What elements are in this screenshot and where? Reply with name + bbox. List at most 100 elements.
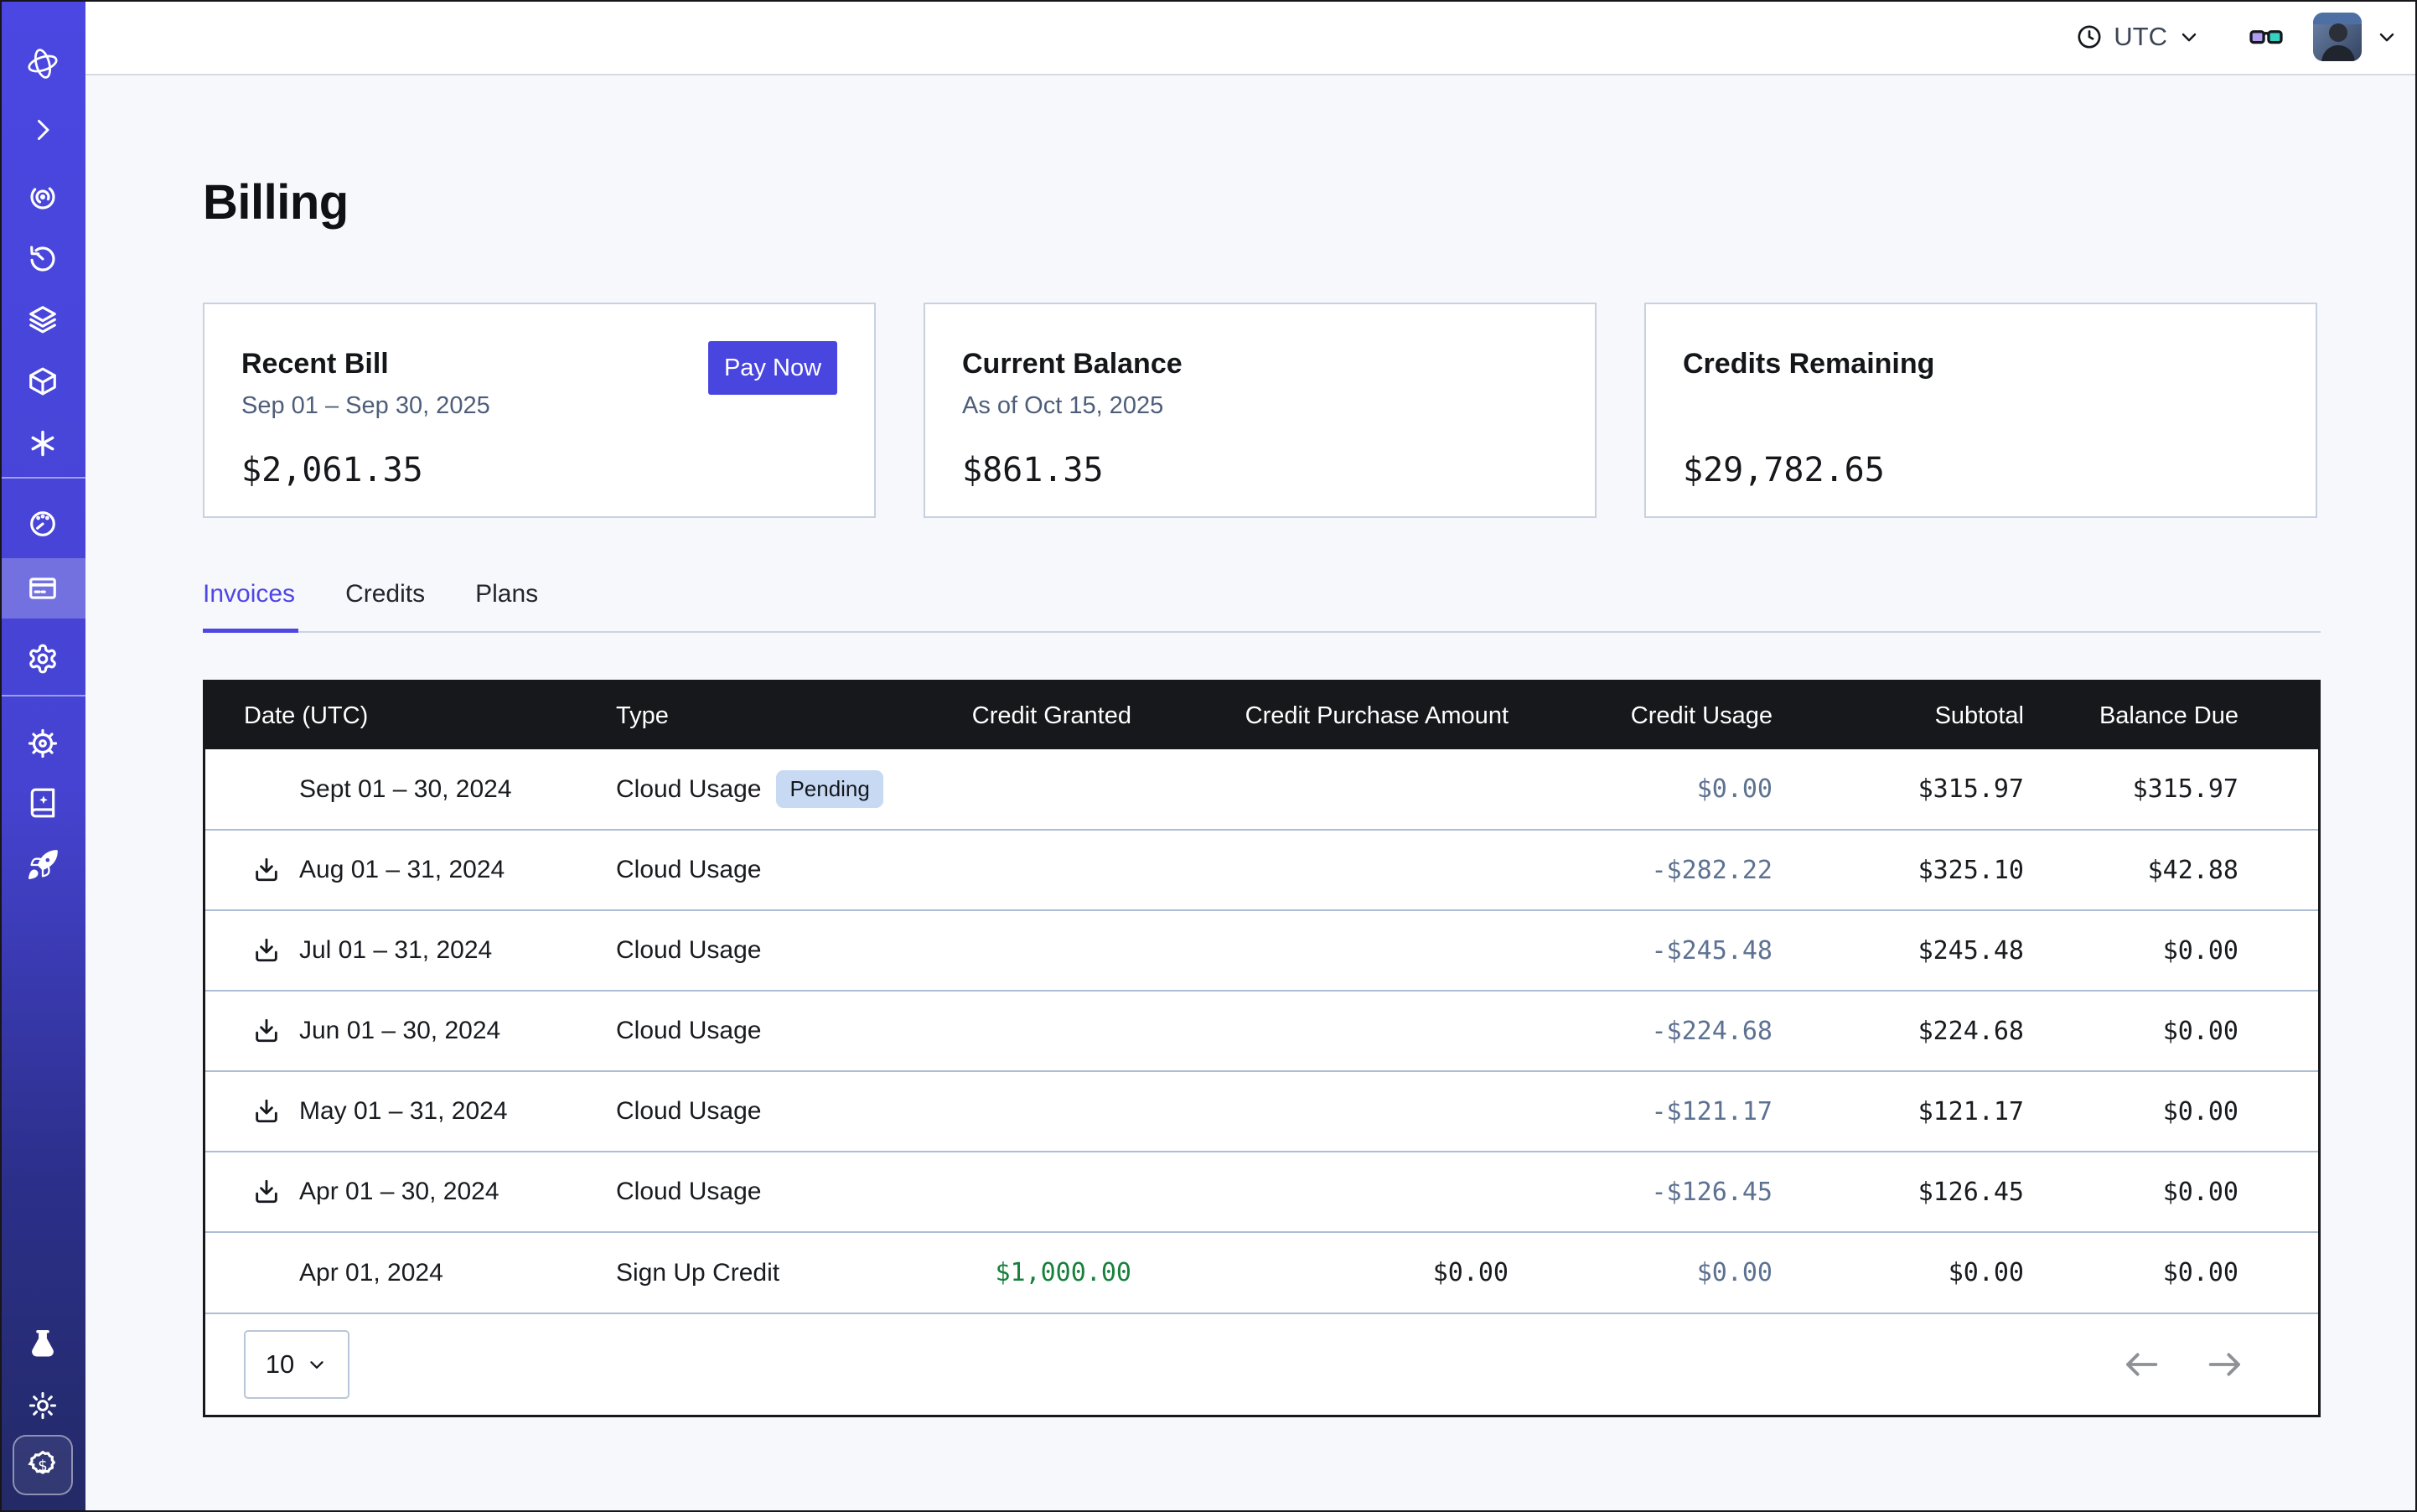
invoice-type: Cloud Usage bbox=[616, 936, 761, 964]
prev-page-arrow-icon[interactable] bbox=[2120, 1348, 2161, 1381]
credit-granted-value: $1,000.00 bbox=[943, 1232, 1131, 1313]
credit-usage-value: -$282.22 bbox=[1509, 830, 1773, 910]
invoices-table: Date (UTC) Type Credit Granted Credit Pu… bbox=[203, 680, 2321, 1417]
card-subtitle bbox=[1683, 392, 2279, 422]
col-credit-granted: Credit Granted bbox=[943, 682, 1131, 749]
card-title: Current Balance bbox=[962, 348, 1558, 381]
credit-purchase-value bbox=[1131, 1152, 1509, 1232]
settings-gear-icon[interactable] bbox=[0, 632, 85, 686]
billing-tabs: Invoices Credits Plans bbox=[203, 580, 2321, 633]
subtotal-value: $126.45 bbox=[1773, 1152, 2024, 1232]
card-amount: $861.35 bbox=[962, 451, 1558, 489]
download-invoice-icon[interactable] bbox=[252, 1017, 281, 1045]
credit-granted-value bbox=[943, 830, 1131, 910]
dollar-badge-button[interactable]: $ bbox=[13, 1435, 73, 1495]
table-row: Aug 01 – 31, 2024 Cloud Usage -$282.22 $… bbox=[205, 830, 2318, 910]
balance-due-value: $0.00 bbox=[2024, 1071, 2318, 1152]
download-invoice-icon[interactable] bbox=[252, 936, 281, 965]
timezone-selector[interactable]: UTC bbox=[2075, 22, 2201, 52]
download-invoice-icon[interactable] bbox=[252, 1097, 281, 1126]
card-subtitle: As of Oct 15, 2025 bbox=[962, 392, 1558, 422]
sidebar-item-billing[interactable] bbox=[0, 558, 85, 619]
book-sparkles-icon[interactable] bbox=[0, 776, 85, 830]
pagination-controls bbox=[2120, 1348, 2246, 1381]
scan-eye-icon[interactable] bbox=[0, 170, 85, 224]
balance-due-value: $0.00 bbox=[2024, 910, 2318, 991]
invoice-date: May 01 – 31, 2024 bbox=[299, 1097, 508, 1126]
current-balance-card: Current Balance As of Oct 15, 2025 $861.… bbox=[924, 303, 1597, 518]
invoice-type: Cloud Usage bbox=[616, 1097, 761, 1125]
balance-due-value: $42.88 bbox=[2024, 830, 2318, 910]
table-row: May 01 – 31, 2024 Cloud Usage -$121.17 $… bbox=[205, 1071, 2318, 1152]
asterisk-icon[interactable] bbox=[0, 417, 85, 470]
credit-usage-value: -$224.68 bbox=[1509, 991, 1773, 1071]
download-spacer bbox=[252, 775, 281, 804]
credit-purchase-value bbox=[1131, 991, 1509, 1071]
tab-invoices[interactable]: Invoices bbox=[203, 580, 298, 633]
user-menu-chevron-down-icon[interactable] bbox=[2375, 25, 2399, 49]
topbar: UTC bbox=[85, 0, 2417, 75]
balance-due-value: $0.00 bbox=[2024, 991, 2318, 1071]
subtotal-value: $325.10 bbox=[1773, 830, 2024, 910]
logo-orbit-icon[interactable] bbox=[0, 37, 85, 91]
table-row: Jul 01 – 31, 2024 Cloud Usage -$245.48 $… bbox=[205, 910, 2318, 991]
svg-text:$: $ bbox=[38, 1458, 48, 1475]
table-row: Jun 01 – 30, 2024 Cloud Usage -$224.68 $… bbox=[205, 991, 2318, 1071]
glasses-icon[interactable] bbox=[2248, 18, 2285, 55]
card-amount: $29,782.65 bbox=[1683, 451, 2279, 489]
next-page-arrow-icon[interactable] bbox=[2206, 1348, 2246, 1381]
tab-plans[interactable]: Plans bbox=[475, 580, 541, 633]
invoice-type: Sign Up Credit bbox=[616, 1259, 779, 1287]
flask-icon[interactable] bbox=[0, 1317, 85, 1370]
page-title: Billing bbox=[203, 75, 2417, 230]
download-invoice-icon[interactable] bbox=[252, 856, 281, 884]
credit-usage-value: -$245.48 bbox=[1509, 910, 1773, 991]
col-type: Type bbox=[616, 682, 943, 749]
invoice-date: Apr 01 – 30, 2024 bbox=[299, 1178, 499, 1206]
table-row: Apr 01 – 30, 2024 Cloud Usage -$126.45 $… bbox=[205, 1152, 2318, 1232]
page-size-select[interactable]: 10 bbox=[244, 1330, 349, 1399]
package-cube-icon[interactable] bbox=[0, 355, 85, 408]
credit-granted-value bbox=[943, 749, 1131, 830]
invoice-date: Jul 01 – 31, 2024 bbox=[299, 936, 492, 965]
download-spacer bbox=[252, 1259, 281, 1287]
download-invoice-icon[interactable] bbox=[252, 1178, 281, 1206]
credit-purchase-value bbox=[1131, 910, 1509, 991]
sidebar-divider bbox=[0, 477, 85, 479]
table-row: Sept 01 – 30, 2024 Cloud UsagePending $0… bbox=[205, 749, 2318, 830]
subtotal-value: $224.68 bbox=[1773, 991, 2024, 1071]
table-footer: 10 bbox=[205, 1313, 2318, 1415]
helm-wheel-icon[interactable] bbox=[0, 717, 85, 770]
page-size-value: 10 bbox=[266, 1349, 294, 1380]
invoice-type: Cloud Usage bbox=[616, 775, 761, 804]
credit-purchase-value bbox=[1131, 749, 1509, 830]
subtotal-value: $0.00 bbox=[1773, 1232, 2024, 1313]
pay-now-button[interactable]: Pay Now bbox=[708, 341, 837, 395]
summary-cards: Recent Bill Sep 01 – Sep 30, 2025 $2,061… bbox=[203, 303, 2321, 518]
subtotal-value: $245.48 bbox=[1773, 910, 2024, 991]
chevron-down-icon bbox=[2177, 25, 2201, 49]
balance-due-value: $315.97 bbox=[2024, 749, 2318, 830]
clock-icon bbox=[2075, 23, 2104, 51]
billing-app: $ UTC bbox=[0, 0, 2417, 1512]
layers-icon[interactable] bbox=[0, 293, 85, 346]
subtotal-value: $315.97 bbox=[1773, 749, 2024, 830]
status-badge: Pending bbox=[776, 770, 882, 808]
tab-credits[interactable]: Credits bbox=[345, 580, 428, 633]
credit-purchase-value: $0.00 bbox=[1131, 1232, 1509, 1313]
invoice-date: Sept 01 – 30, 2024 bbox=[299, 775, 512, 804]
invoice-type: Cloud Usage bbox=[616, 1178, 761, 1205]
credit-usage-value: -$126.45 bbox=[1509, 1152, 1773, 1232]
sun-icon[interactable] bbox=[0, 1379, 85, 1432]
invoice-type: Cloud Usage bbox=[616, 856, 761, 883]
credits-remaining-card: Credits Remaining $29,782.65 bbox=[1644, 303, 2317, 518]
col-date: Date (UTC) bbox=[205, 682, 616, 749]
avatar[interactable] bbox=[2313, 13, 2362, 61]
gauge-icon[interactable] bbox=[0, 497, 85, 551]
credit-granted-value bbox=[943, 1152, 1131, 1232]
rocket-icon[interactable] bbox=[0, 838, 85, 892]
history-timer-icon[interactable] bbox=[0, 232, 85, 286]
credit-granted-value bbox=[943, 1071, 1131, 1152]
invoice-date: Apr 01, 2024 bbox=[299, 1259, 443, 1287]
sidebar-expand-chevron-right-icon[interactable] bbox=[0, 103, 85, 157]
